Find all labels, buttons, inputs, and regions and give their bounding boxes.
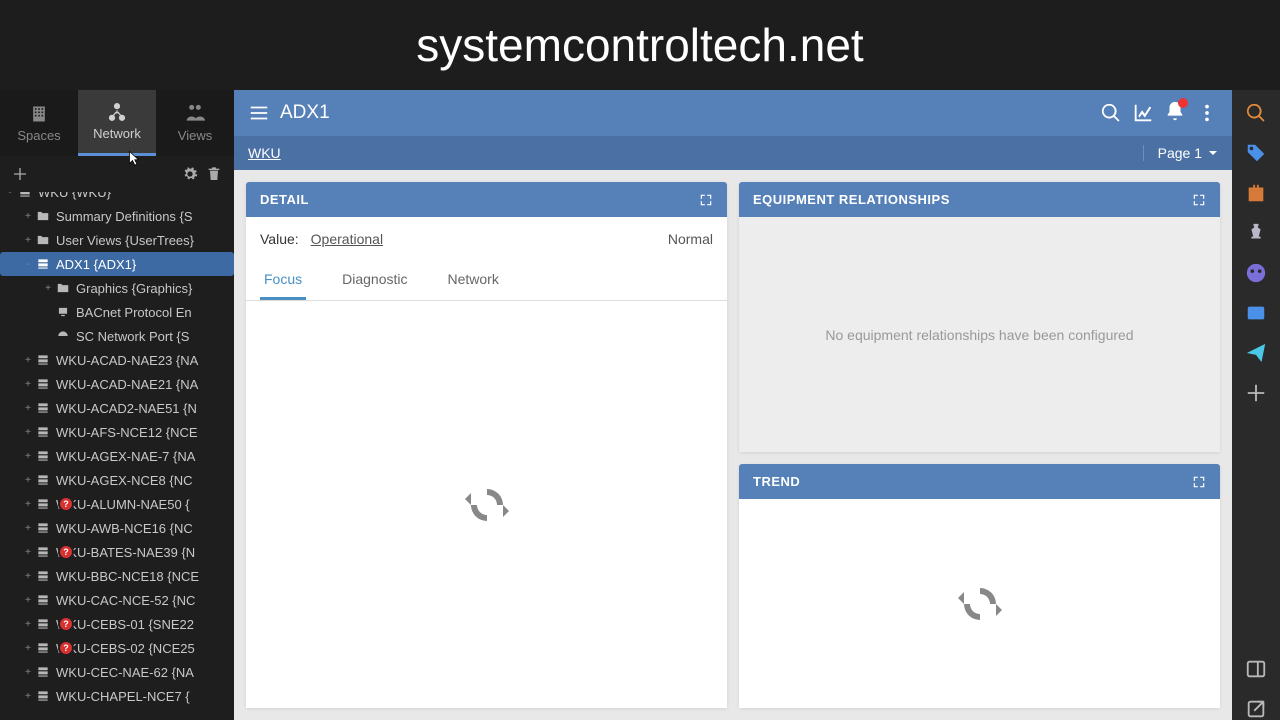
detail-loading: [246, 301, 727, 708]
menu-dots-icon[interactable]: [1196, 102, 1218, 124]
page-label: Page 1: [1158, 145, 1202, 161]
spinner-icon: [956, 580, 1004, 628]
tree-item[interactable]: +WKU-CAC-NCE-52 {NC: [0, 588, 234, 612]
gear-icon[interactable]: [182, 166, 198, 182]
tree-item[interactable]: +WKU-ACAD-NAE21 {NA: [0, 372, 234, 396]
tree-item[interactable]: -ADX1 {ADX1}: [0, 252, 234, 276]
alert-badge: [58, 640, 74, 656]
panel-title: TREND: [753, 474, 800, 489]
views-icon: [185, 104, 205, 124]
status-text: Normal: [668, 231, 713, 247]
left-panel: Spaces Network Views -WKU {WKU}+Summary …: [0, 90, 234, 720]
chevron-down-icon: [1208, 148, 1218, 158]
value-link[interactable]: Operational: [311, 231, 383, 247]
panel-title: EQUIPMENT RELATIONSHIPS: [753, 192, 950, 207]
tree-item[interactable]: +WKU-AFS-NCE12 {NCE: [0, 420, 234, 444]
main-area: ADX1 WKU Page 1 DETAIL: [234, 90, 1232, 720]
nav-label: Views: [178, 128, 212, 143]
relationships-panel: EQUIPMENT RELATIONSHIPS No equipment rel…: [739, 182, 1220, 452]
alert-badge: [58, 616, 74, 632]
alert-badge: [58, 496, 74, 512]
network-icon: [107, 102, 127, 122]
breadcrumb[interactable]: WKU: [248, 145, 281, 161]
tab-network[interactable]: Network: [444, 261, 503, 300]
detail-panel: DETAIL Value: Operational Normal Focus D…: [246, 182, 727, 708]
building-icon: [29, 104, 49, 124]
cursor-icon: [125, 150, 143, 168]
alert-badge: [58, 544, 74, 560]
tab-diagnostic[interactable]: Diagnostic: [338, 261, 411, 300]
nav-tab-network[interactable]: Network: [78, 90, 156, 156]
tree-item[interactable]: +WKU-CEBS-01 {SNE22: [0, 612, 234, 636]
tab-focus[interactable]: Focus: [260, 261, 306, 300]
nav-label: Network: [93, 126, 141, 141]
trash-icon[interactable]: [206, 166, 222, 182]
expand-icon[interactable]: [1192, 193, 1206, 207]
tree-item[interactable]: +User Views {UserTrees}: [0, 228, 234, 252]
rail-briefcase-icon[interactable]: [1245, 182, 1267, 204]
tree-item[interactable]: +Graphics {Graphics}: [0, 276, 234, 300]
trend-panel-header: TREND: [739, 464, 1220, 499]
tree-item[interactable]: +WKU-BATES-NAE39 {N: [0, 540, 234, 564]
tree-item[interactable]: +WKU-ALUMN-NAE50 {: [0, 492, 234, 516]
rail-add-icon[interactable]: [1245, 382, 1267, 404]
tree-item[interactable]: SC Network Port {S: [0, 324, 234, 348]
rail-popout-icon[interactable]: [1245, 698, 1267, 720]
chart-icon[interactable]: [1132, 102, 1154, 124]
panel-title: DETAIL: [260, 192, 309, 207]
value-label: Value:: [260, 231, 299, 247]
tree-item[interactable]: +WKU-CEBS-02 {NCE25: [0, 636, 234, 660]
tree-item[interactable]: +WKU-AGEX-NCE8 {NC: [0, 468, 234, 492]
content-area: DETAIL Value: Operational Normal Focus D…: [234, 170, 1232, 720]
page-title: ADX1: [280, 102, 330, 124]
tree-item[interactable]: +WKU-AWB-NCE16 {NC: [0, 516, 234, 540]
tree-item[interactable]: BACnet Protocol En: [0, 300, 234, 324]
search-icon[interactable]: [1100, 102, 1122, 124]
tree-item[interactable]: +WKU-BBC-NCE18 {NCE: [0, 564, 234, 588]
tree-item[interactable]: +WKU-AGEX-NAE-7 {NA: [0, 444, 234, 468]
rail-panel-icon[interactable]: [1245, 658, 1267, 680]
rail-send-icon[interactable]: [1245, 342, 1267, 364]
spinner-icon: [463, 481, 511, 529]
notification-dot: [1178, 98, 1188, 108]
rail-search-icon[interactable]: [1245, 102, 1267, 124]
tree-toolbar: [0, 156, 234, 192]
main-header: ADX1: [234, 90, 1232, 136]
rail-chess-icon[interactable]: [1245, 222, 1267, 244]
trend-loading: [739, 499, 1220, 708]
nav-tabs: Spaces Network Views: [0, 90, 234, 156]
relationships-panel-header: EQUIPMENT RELATIONSHIPS: [739, 182, 1220, 217]
detail-panel-header: DETAIL: [246, 182, 727, 217]
rail-tag-icon[interactable]: [1245, 142, 1267, 164]
nav-tab-spaces[interactable]: Spaces: [0, 90, 78, 156]
right-rail: [1232, 90, 1280, 720]
tree-root[interactable]: -WKU {WKU}: [0, 192, 234, 204]
trend-panel: TREND: [739, 464, 1220, 708]
page-selector[interactable]: Page 1: [1143, 145, 1218, 161]
nav-tab-views[interactable]: Views: [156, 90, 234, 156]
tree-item[interactable]: +WKU-CEC-NAE-62 {NA: [0, 660, 234, 684]
add-icon[interactable]: [12, 166, 28, 182]
tree[interactable]: -WKU {WKU}+Summary Definitions {S+User V…: [0, 192, 234, 720]
tree-item[interactable]: +WKU-CHAPEL-NCE7 {: [0, 684, 234, 708]
app-container: Spaces Network Views -WKU {WKU}+Summary …: [0, 90, 1280, 720]
expand-icon[interactable]: [1192, 475, 1206, 489]
breadcrumb-bar: WKU Page 1: [234, 136, 1232, 170]
expand-icon[interactable]: [699, 193, 713, 207]
tree-item[interactable]: +Summary Definitions {S: [0, 204, 234, 228]
hamburger-icon[interactable]: [248, 102, 270, 124]
nav-label: Spaces: [17, 128, 60, 143]
detail-tabs: Focus Diagnostic Network: [246, 261, 727, 301]
empty-text: No equipment relationships have been con…: [825, 327, 1133, 343]
rail-outlook-icon[interactable]: [1245, 302, 1267, 324]
detail-value-row: Value: Operational Normal: [246, 217, 727, 261]
rail-copilot-icon[interactable]: [1245, 262, 1267, 284]
watermark-text: systemcontroltech.net: [0, 0, 1280, 90]
notifications-button[interactable]: [1164, 100, 1186, 127]
tree-item[interactable]: +WKU-ACAD-NAE23 {NA: [0, 348, 234, 372]
tree-item[interactable]: +WKU-ACAD2-NAE51 {N: [0, 396, 234, 420]
relationships-empty: No equipment relationships have been con…: [739, 217, 1220, 452]
